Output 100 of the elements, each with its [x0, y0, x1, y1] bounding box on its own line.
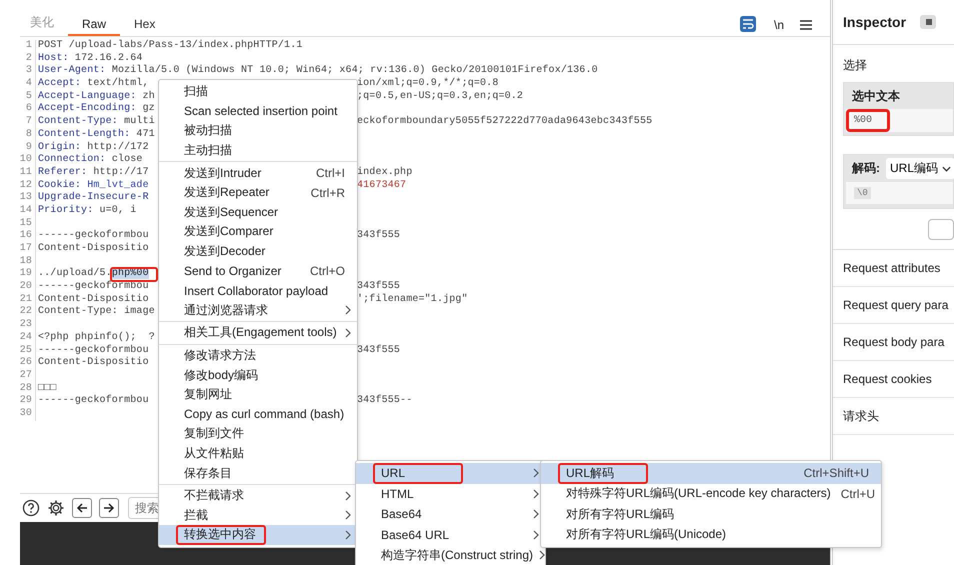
menu-item[interactable]: 发送到Repeater Ctrl+R [159, 182, 357, 203]
menu-item[interactable]: URL解码 Ctrl+Shift+U [541, 463, 881, 484]
line-number: 24 [0, 332, 36, 344]
newline-toggle[interactable]: \n [766, 18, 792, 36]
menu-item[interactable]: 复制网址 [159, 384, 357, 404]
menu-item[interactable]: 发送到Comparer [159, 222, 357, 242]
line-number: 11 [0, 166, 36, 180]
chevron-down-icon [942, 166, 952, 172]
forward-button[interactable] [99, 498, 119, 518]
tab[interactable]: Hex [120, 17, 170, 36]
inspector-section[interactable]: Request cookies [833, 361, 954, 398]
code-text: Upgrade-Insecure-R [38, 192, 149, 204]
line-number: 6 [0, 103, 36, 116]
code-text: Content-Dispositio [38, 243, 149, 254]
code-text: Referer: http://17 [38, 166, 149, 178]
menu-item[interactable]: Insert Collaborator payload [159, 280, 357, 301]
menu-item[interactable]: 构造字符串(Construct string) [356, 545, 545, 565]
code-text: 343f555 [357, 230, 400, 243]
menu-item[interactable]: 发送到Intruder Ctrl+I [159, 163, 357, 183]
shortcut-label: Ctrl+Shift+U [804, 466, 869, 480]
code-text: <?php phpinfo(); ? [38, 332, 155, 343]
menu-item[interactable]: 被动扫描 [159, 121, 357, 141]
inspector-section[interactable]: Request query para [833, 287, 954, 324]
code-text: ------geckoformbou [38, 230, 149, 242]
menu-item[interactable]: 修改body编码 [159, 365, 357, 385]
menu-item[interactable]: 复制到文件 [159, 424, 357, 444]
menu-item[interactable]: 发送到Sequencer [159, 202, 357, 222]
menu-icon[interactable] [800, 20, 812, 30]
decoded-value: \0 [854, 187, 871, 199]
menu-item[interactable]: 不拦截请求 [159, 486, 357, 506]
menu-item[interactable]: 从文件粘贴 [159, 444, 357, 464]
code-text: ------geckoformbou [38, 344, 149, 356]
code-text: Content-Type: multi [38, 116, 155, 128]
line-number: 10 [0, 154, 36, 167]
line-number: 18 [0, 256, 36, 268]
line-number: 12 [0, 180, 36, 192]
code-text: 343f555 [357, 344, 400, 358]
code-text: Priority: u=0, i [38, 204, 136, 216]
code-text: Host: 172.16.2.64 [38, 52, 143, 64]
chevron-right-icon [533, 468, 539, 478]
menu-item[interactable]: Scan selected insertion point [159, 102, 357, 122]
chevron-right-icon [345, 510, 351, 520]
code-text: 41673467 [357, 180, 406, 192]
code-text: □□□ [38, 382, 56, 394]
menu-item[interactable]: 保存条目 [159, 463, 357, 483]
inspector-section[interactable]: Request attributes [833, 250, 954, 287]
menu-item[interactable]: 修改请求方法 [159, 346, 357, 366]
menu-item[interactable]: 拦截 [159, 505, 357, 526]
menu-item[interactable]: 转换选中内容 [159, 525, 357, 545]
code-text: ion/xml;q=0.9,*/*;q=0.8 [357, 78, 498, 91]
menu-item[interactable]: 扫描 [159, 82, 357, 102]
decode-label: 解码: [852, 160, 880, 177]
code-text: ;q=0.5,en-US;q=0.3,en;q=0.2 [357, 90, 524, 104]
code-text: Cookie: Hm_lvt_ade [38, 180, 149, 191]
chevron-right-icon [533, 530, 539, 540]
section-label: 选择 [842, 57, 868, 74]
chevron-right-icon [345, 490, 351, 501]
line-number: 25 [0, 344, 36, 358]
encoding-dropdown[interactable]: URL编码 [886, 158, 954, 179]
code-text: POST /upload-labs/Pass-13/index.phpHTTP/1.1 [38, 40, 302, 51]
code-text: ';filename="1.jpg" [357, 294, 468, 306]
menu-item[interactable]: 相关工具(Engagement tools) [159, 323, 357, 343]
code-text: eckoformboundary5055f527222d770ada9643ebc343f555 [357, 116, 652, 129]
menu-item[interactable]: 主动扫描 [159, 140, 357, 160]
menu-item[interactable]: 通过浏览器请求 [159, 300, 357, 320]
back-button[interactable] [72, 498, 92, 518]
settings-icon[interactable] [47, 499, 65, 517]
line-number: 27 [0, 370, 36, 383]
line-number: 1 [0, 40, 36, 53]
shortcut-label: Ctrl+R [310, 186, 345, 200]
code-text: User-Agent: Mozilla/5.0 (Windows NT 10.0; Win64; x64; rv:136.0) Gecko/20100101Firefox/136.0 [38, 65, 598, 76]
code-text: ------geckoformbou [38, 395, 149, 406]
tab[interactable]: Raw [68, 17, 120, 36]
line-number: 8 [0, 128, 36, 142]
code-text: Content-Length: 471 [38, 128, 155, 140]
menu-item[interactable]: 发送到Decoder [159, 242, 357, 262]
line-number: 28 [0, 382, 36, 396]
code-text: Origin: http://172 [38, 142, 149, 152]
line-number: 20 [0, 281, 36, 294]
line-number: 4 [0, 78, 36, 91]
code-text: 343f555 [357, 281, 400, 294]
inspector-section[interactable]: 请求头 [833, 398, 954, 435]
line-number: 21 [0, 294, 36, 306]
wrap-text-icon[interactable] [740, 16, 756, 32]
code-text: Content-Dispositio [38, 357, 149, 368]
shortcut-label: Ctrl+U [840, 486, 876, 501]
inspector-section[interactable]: Request body para [833, 324, 954, 361]
menu-item[interactable]: Send to Organizer Ctrl+O [159, 261, 357, 281]
right-arrow-icon [103, 502, 115, 514]
code-text: Connection: close [38, 154, 143, 166]
chevron-right-icon [345, 328, 351, 338]
menu-item[interactable]: Copy as curl command (bash) [159, 404, 357, 424]
left-arrow-icon [76, 502, 88, 514]
chevron-right-icon [539, 550, 546, 560]
menu-item[interactable]: 对所有字符URL编码(Unicode) [541, 524, 881, 545]
layout-toggle-icon[interactable] [920, 15, 936, 29]
menu-item[interactable]: 对所有字符URL编码 [541, 504, 881, 524]
line-number: 26 [0, 357, 36, 370]
chevron-right-icon [345, 305, 351, 316]
help-icon[interactable] [22, 499, 40, 517]
